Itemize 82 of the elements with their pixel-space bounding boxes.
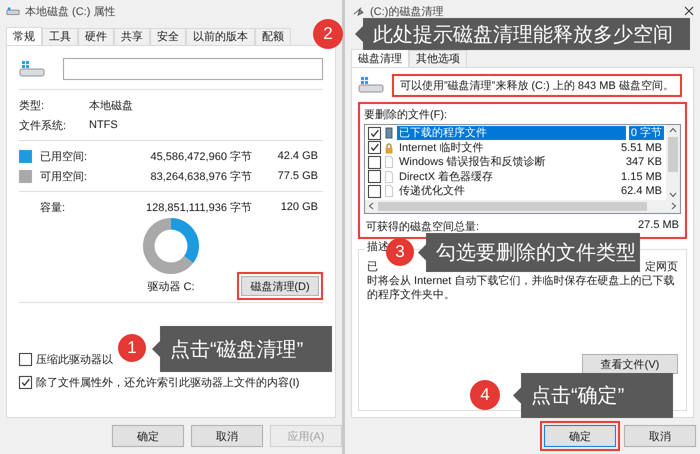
space-label: 已用空间: [40, 150, 88, 164]
capacity-label: 容量: [40, 200, 66, 214]
file-name: Internet 临时文件 [398, 140, 484, 155]
file-row[interactable]: Windows 错误报告和反馈诊断 347 KB [367, 155, 664, 170]
tab[interactable]: 其他选项 [409, 50, 467, 67]
tab[interactable]: 常规 [6, 27, 42, 45]
drive-icon [358, 76, 384, 94]
caret-up-icon[interactable] [669, 127, 677, 133]
file-name: DirectX 着色器缓存 [398, 170, 494, 184]
checkbox-label: 压缩此驱动器以 [36, 352, 113, 367]
drive-label: 驱动器 C: [146, 280, 196, 294]
file-name: 传递优化文件 [398, 184, 466, 198]
drive-icon [19, 60, 45, 78]
tab[interactable]: 硬件 [78, 28, 114, 45]
total-size: 27.5 MB [638, 218, 679, 232]
file-size: 62.4 MB [620, 184, 663, 198]
caret-down-icon[interactable] [669, 192, 677, 198]
lock-icon [384, 142, 394, 154]
capacity-bytes: 128,851,111,936 字节 [144, 200, 252, 214]
property-label: 文件系统: [19, 118, 68, 132]
file-name: 已下载的程序文件 [397, 126, 626, 140]
tab[interactable]: 安全 [150, 28, 186, 45]
tab[interactable]: 配额 [255, 28, 291, 45]
close-icon[interactable] [684, 6, 694, 16]
checkbox-label: 除了文件属性外，还允许索引此驱动器上文件的内容(I) [36, 376, 300, 390]
caret-left-icon[interactable] [368, 202, 374, 210]
description-text: 定网页 [645, 260, 678, 274]
vertical-scrollbar[interactable] [666, 125, 680, 200]
space-label: 可用空间: [40, 170, 88, 184]
tab[interactable]: 工具 [42, 28, 78, 45]
file-row[interactable]: DirectX 着色器缓存 1.15 MB [367, 170, 664, 184]
file-size: 1.15 MB [620, 170, 663, 184]
disk-cleanup-button[interactable]: 磁盘清理(D) [241, 276, 319, 296]
checkbox[interactable] [19, 353, 32, 366]
drive-icon [6, 6, 20, 16]
drive-name-field[interactable] [63, 58, 323, 80]
file-name: Windows 错误报告和反馈诊断 [398, 155, 547, 170]
dialog-button[interactable]: 取消 [191, 425, 263, 447]
document-icon [384, 185, 394, 198]
space-bytes: 45,586,472,960 字节 [149, 150, 252, 164]
dialog-button[interactable]: 取消 [624, 425, 696, 447]
tab[interactable]: 以前的版本 [186, 28, 255, 45]
description-text: 时将会从 Internet 自动下载它们，并临时保存在硬盘上的已下载的程序文件夹中。 [367, 274, 676, 302]
tab[interactable]: 共享 [114, 28, 150, 45]
dialog-button[interactable]: 确定 [112, 425, 184, 447]
capacity-size: 120 GB [280, 201, 318, 213]
property-value: NTFS [89, 119, 118, 131]
property-value: 本地磁盘 [89, 98, 133, 112]
space-size: 77.5 GB [276, 170, 318, 182]
checkbox[interactable] [368, 141, 381, 154]
callout-box: 点击“确定” [513, 373, 673, 418]
window-title: 本地磁盘 (C:) 属性 [25, 4, 116, 18]
space-bytes: 83,264,638,976 字节 [149, 170, 252, 184]
horizontal-scrollbar[interactable] [365, 200, 680, 212]
file-size: 5.51 MB [620, 140, 663, 155]
tab[interactable]: 磁盘清理 [351, 49, 409, 67]
space-size: 42.4 GB [276, 150, 318, 162]
checkbox[interactable] [19, 376, 32, 389]
file-size: 347 KB [624, 155, 663, 170]
document-icon [384, 156, 394, 168]
package-icon [384, 127, 394, 140]
checkbox[interactable] [368, 184, 381, 198]
document-icon [384, 170, 394, 183]
callout-box: 勾选要删除的文件类型 [418, 233, 640, 272]
callout-box: 此处提示磁盘清理能释放多少空间 [355, 18, 690, 50]
callout-box: 点击“磁盘清理” [152, 326, 332, 372]
total-label: 可获得的磁盘空间总量: [366, 220, 480, 234]
property-label: 类型: [19, 98, 46, 112]
window-title: (C:)的磁盘清理 [370, 4, 444, 18]
description-text: 已 [367, 260, 378, 274]
file-row[interactable]: 传递优化文件 62.4 MB [367, 184, 664, 198]
files-label: 要删除的文件(F): [364, 108, 448, 122]
checkbox[interactable] [368, 156, 381, 169]
checkbox[interactable] [368, 126, 381, 140]
summary-text: 可以使用”磁盘清理”来释放 (C:) 上的 843 MB 磁盘空间。 [392, 74, 682, 96]
view-files-button[interactable]: 查看文件(V) [582, 354, 678, 374]
file-size: 0 字节 [628, 126, 664, 140]
file-row[interactable]: 已下载的程序文件 0 字节 [367, 126, 664, 140]
file-row[interactable]: Internet 临时文件 5.51 MB [367, 140, 664, 155]
broom-icon [351, 6, 365, 16]
caret-right-icon[interactable] [671, 202, 677, 210]
checkbox[interactable] [368, 170, 381, 184]
